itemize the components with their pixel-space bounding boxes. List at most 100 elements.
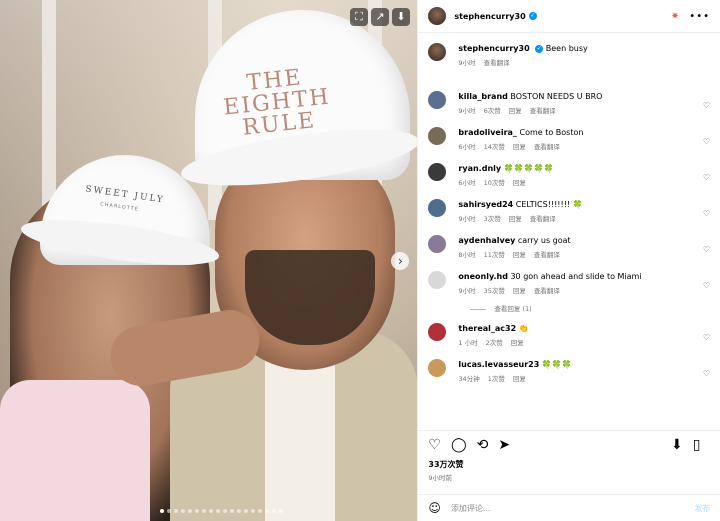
share-icon[interactable]: ➤ <box>498 437 510 453</box>
comment-username[interactable]: thereal_ac32 <box>458 324 516 333</box>
emoji-icon[interactable]: ☺ <box>428 501 441 515</box>
download-icon[interactable]: ⬇ <box>392 8 410 26</box>
heart-icon[interactable]: ♡ <box>703 101 710 110</box>
translate-link[interactable]: 查看翻译 <box>530 215 556 223</box>
avatar[interactable] <box>428 199 447 217</box>
carousel-dot <box>223 509 227 513</box>
comment-time: 9小时 <box>458 287 476 295</box>
carousel-dot <box>230 509 234 513</box>
avatar[interactable] <box>428 7 447 25</box>
heart-icon[interactable]: ♡ <box>703 281 710 290</box>
comment-likes[interactable]: 14次赞 <box>484 143 505 151</box>
comment-username[interactable]: ryan.dnly <box>458 164 501 173</box>
comment-input[interactable]: 添加评论... <box>451 503 491 514</box>
translate-link[interactable]: 查看翻译 <box>484 59 510 67</box>
comment-text: CELTICS!!!!!!! 🍀 <box>515 200 583 209</box>
reply-link[interactable]: 回复 <box>513 143 526 151</box>
heart-icon[interactable]: ♡ <box>703 245 710 254</box>
avatar[interactable] <box>428 323 447 341</box>
comment-username[interactable]: lucas.levasseur23 <box>458 360 539 369</box>
view-replies-link[interactable]: 查看回复 (1) <box>470 303 710 313</box>
avatar[interactable] <box>428 127 447 145</box>
comment-username[interactable]: killa_brand <box>458 92 507 101</box>
pink-shirt <box>0 380 150 521</box>
comment-time: 34分钟 <box>458 375 480 383</box>
reply-link[interactable]: 回复 <box>513 251 526 259</box>
comment-username[interactable]: aydenhalvey <box>458 236 515 245</box>
save-to-collection-icon[interactable]: ⬇ <box>671 437 683 453</box>
verified-icon: ✓ <box>535 44 544 53</box>
heart-icon[interactable]: ♡ <box>703 209 710 218</box>
caption: stephencurry30 ✓ Been busy 9小时 查看翻译 <box>428 43 710 69</box>
heart-icon[interactable]: ♡ <box>703 173 710 182</box>
avatar[interactable] <box>428 43 447 61</box>
carousel-dot <box>237 509 241 513</box>
carousel-dot <box>209 509 213 513</box>
open-external-icon[interactable]: ↗ <box>371 8 389 26</box>
comment-item: lucas.levasseur23 🍀🍀🍀 34分钟 1次赞 回复 ♡ <box>428 359 710 385</box>
comment-list: stephencurry30 ✓ Been busy 9小时 查看翻译 killa… <box>418 43 720 385</box>
action-bar: ♡ ◯ ⟲ ➤ ⬇ ▯ 33万次赞 9小时前 <box>418 430 720 484</box>
comment-likes[interactable]: 10次赞 <box>484 179 505 187</box>
translate-link[interactable]: 查看翻译 <box>534 287 560 295</box>
reply-link[interactable]: 回复 <box>513 287 526 295</box>
avatar[interactable] <box>428 271 447 289</box>
comment-text: carry us goat <box>517 236 571 245</box>
repost-icon[interactable]: ⟲ <box>477 437 489 453</box>
post-button[interactable]: 发布 <box>694 503 710 514</box>
reply-link[interactable]: 回复 <box>509 107 522 115</box>
reply-link[interactable]: 回复 <box>513 179 526 187</box>
reply-link[interactable]: 回复 <box>509 215 522 223</box>
avatar[interactable] <box>428 359 447 377</box>
comment-likes[interactable]: 2次赞 <box>486 339 503 347</box>
comment-item: thereal_ac32 👏 1 小时 2次赞 回复 ♡ <box>428 323 710 349</box>
comment-likes[interactable]: 6次赞 <box>484 107 501 115</box>
post-header: stephencurry30 ✓ ✷ ••• <box>418 0 720 33</box>
avatar[interactable] <box>428 235 447 253</box>
like-icon[interactable]: ♡ <box>428 437 441 453</box>
like-count[interactable]: 33万次赞 <box>418 459 720 470</box>
post-time: 9小时前 <box>428 474 453 482</box>
comment-time: 6小时 <box>458 179 476 187</box>
caption-username[interactable]: stephencurry30 <box>458 44 529 53</box>
comment-icon[interactable]: ◯ <box>451 437 467 453</box>
heart-icon[interactable]: ♡ <box>703 137 710 146</box>
caption-text: Been busy <box>545 44 588 53</box>
carousel-dot <box>216 509 220 513</box>
post-media[interactable]: SWEET JULY CHARLOTTE THE EIGHTH RULE ⛶ ↗… <box>0 0 418 521</box>
comment-item: ryan.dnly 🍀🍀🍀🍀🍀 6小时 10次赞 回复 ♡ <box>428 163 710 189</box>
comment-time: 8小时 <box>458 251 476 259</box>
comment-likes[interactable]: 3次赞 <box>484 215 501 223</box>
more-options-icon[interactable]: ••• <box>689 11 710 22</box>
comment-username[interactable]: sahirsyed24 <box>458 200 513 209</box>
expand-icon[interactable]: ⛶ <box>350 8 368 26</box>
translate-link[interactable]: 查看翻译 <box>534 143 560 151</box>
comment-time: 9小时 <box>458 107 476 115</box>
carousel-dot <box>244 509 248 513</box>
comment-username[interactable]: oneonly.hd <box>458 272 508 281</box>
reply-link[interactable]: 回复 <box>511 339 524 347</box>
heart-icon[interactable]: ♡ <box>703 369 710 378</box>
username[interactable]: stephencurry30 <box>454 12 525 21</box>
carousel-dot <box>195 509 199 513</box>
comment-likes[interactable]: 1次赞 <box>488 375 505 383</box>
reply-link[interactable]: 回复 <box>513 375 526 383</box>
comment-likes[interactable]: 35次赞 <box>484 287 505 295</box>
bookmark-icon[interactable]: ▯ <box>693 437 701 453</box>
avatar[interactable] <box>428 163 447 181</box>
comment-time: 9小时 <box>458 215 476 223</box>
comment-item: killa_brand BOSTON NEEDS U BRO 9小时 6次赞 回复查… <box>428 91 710 117</box>
translate-link[interactable]: 查看翻译 <box>534 251 560 259</box>
verified-icon: ✓ <box>528 12 537 20</box>
comment-username[interactable]: bradoliveira_ <box>458 128 517 137</box>
comment-item: bradoliveira_ Come to Boston 6小时 14次赞 回复 查看… <box>428 127 710 153</box>
add-comment-bar: ☺ 添加评论... 发布 <box>418 494 720 521</box>
comment-text: BOSTON NEEDS U BRO <box>510 92 603 101</box>
carousel-dots <box>160 509 283 513</box>
translate-link[interactable]: 查看翻译 <box>530 107 556 115</box>
comment-text: 🍀🍀🍀🍀🍀 <box>503 164 554 173</box>
comment-likes[interactable]: 11次赞 <box>484 251 505 259</box>
star-icon[interactable]: ✷ <box>671 11 679 22</box>
avatar[interactable] <box>428 91 447 109</box>
heart-icon[interactable]: ♡ <box>703 333 710 342</box>
